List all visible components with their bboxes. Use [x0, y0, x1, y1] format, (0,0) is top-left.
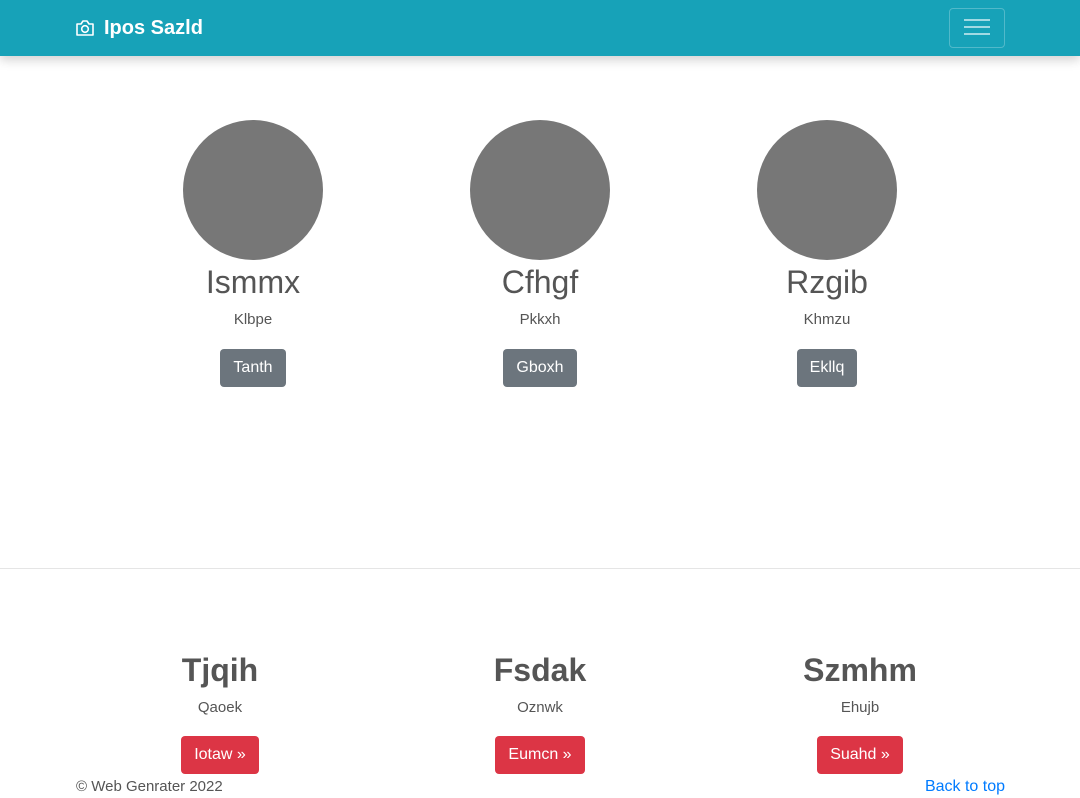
member-name: Ismmx — [205, 264, 301, 300]
back-to-top-link[interactable]: Back to top — [925, 777, 1005, 797]
navbar: Ipos Sazld — [0, 0, 1080, 56]
feature-title: Tjqih — [181, 652, 259, 688]
hamburger-menu-icon — [962, 16, 992, 41]
team-section: Ismmx Klbpe Tanth Cfhgf Pkkxh Gboxh Rzgi… — [0, 120, 1080, 400]
navbar-toggler-button[interactable] — [949, 8, 1005, 48]
feature-button[interactable]: Eumcn » — [495, 736, 585, 774]
section-divider — [0, 568, 1080, 569]
feature-button[interactable]: Iotaw » — [181, 736, 259, 774]
brand-link[interactable]: Ipos Sazld — [75, 0, 203, 56]
team-member: Ismmx Klbpe Tanth — [143, 120, 363, 387]
member-role: Khmzu — [803, 311, 851, 328]
member-role: Pkkxh — [519, 311, 561, 328]
feature-column: Tjqih Qaoek Iotaw » — [100, 650, 340, 774]
feature-title: Fsdak — [493, 652, 587, 688]
avatar — [470, 120, 610, 260]
member-button[interactable]: Ekllq — [796, 349, 858, 387]
member-button[interactable]: Gboxh — [503, 349, 577, 387]
feature-column: Fsdak Oznwk Eumcn » — [420, 650, 660, 774]
member-role: Klbpe — [233, 311, 273, 328]
avatar — [183, 120, 323, 260]
member-name: Cfhgf — [501, 264, 579, 300]
team-member: Cfhgf Pkkxh Gboxh — [430, 120, 650, 387]
feature-title: Szmhm — [803, 652, 917, 688]
camera-icon — [75, 19, 95, 37]
feature-button[interactable]: Suahd » — [817, 736, 903, 774]
feature-text: Oznwk — [517, 699, 563, 716]
member-name: Rzgib — [786, 264, 868, 300]
feature-section: Tjqih Qaoek Iotaw » Fsdak Oznwk Eumcn » … — [0, 650, 1080, 780]
feature-text: Qaoek — [197, 699, 243, 716]
footer-copyright: © Web Genrater 2022 — [76, 778, 223, 795]
avatar — [757, 120, 897, 260]
member-button[interactable]: Tanth — [220, 349, 286, 387]
brand-label: Ipos Sazld — [104, 16, 203, 39]
feature-column: Szmhm Ehujb Suahd » — [740, 650, 980, 774]
team-member: Rzgib Khmzu Ekllq — [717, 120, 937, 387]
feature-text: Ehujb — [840, 699, 880, 716]
